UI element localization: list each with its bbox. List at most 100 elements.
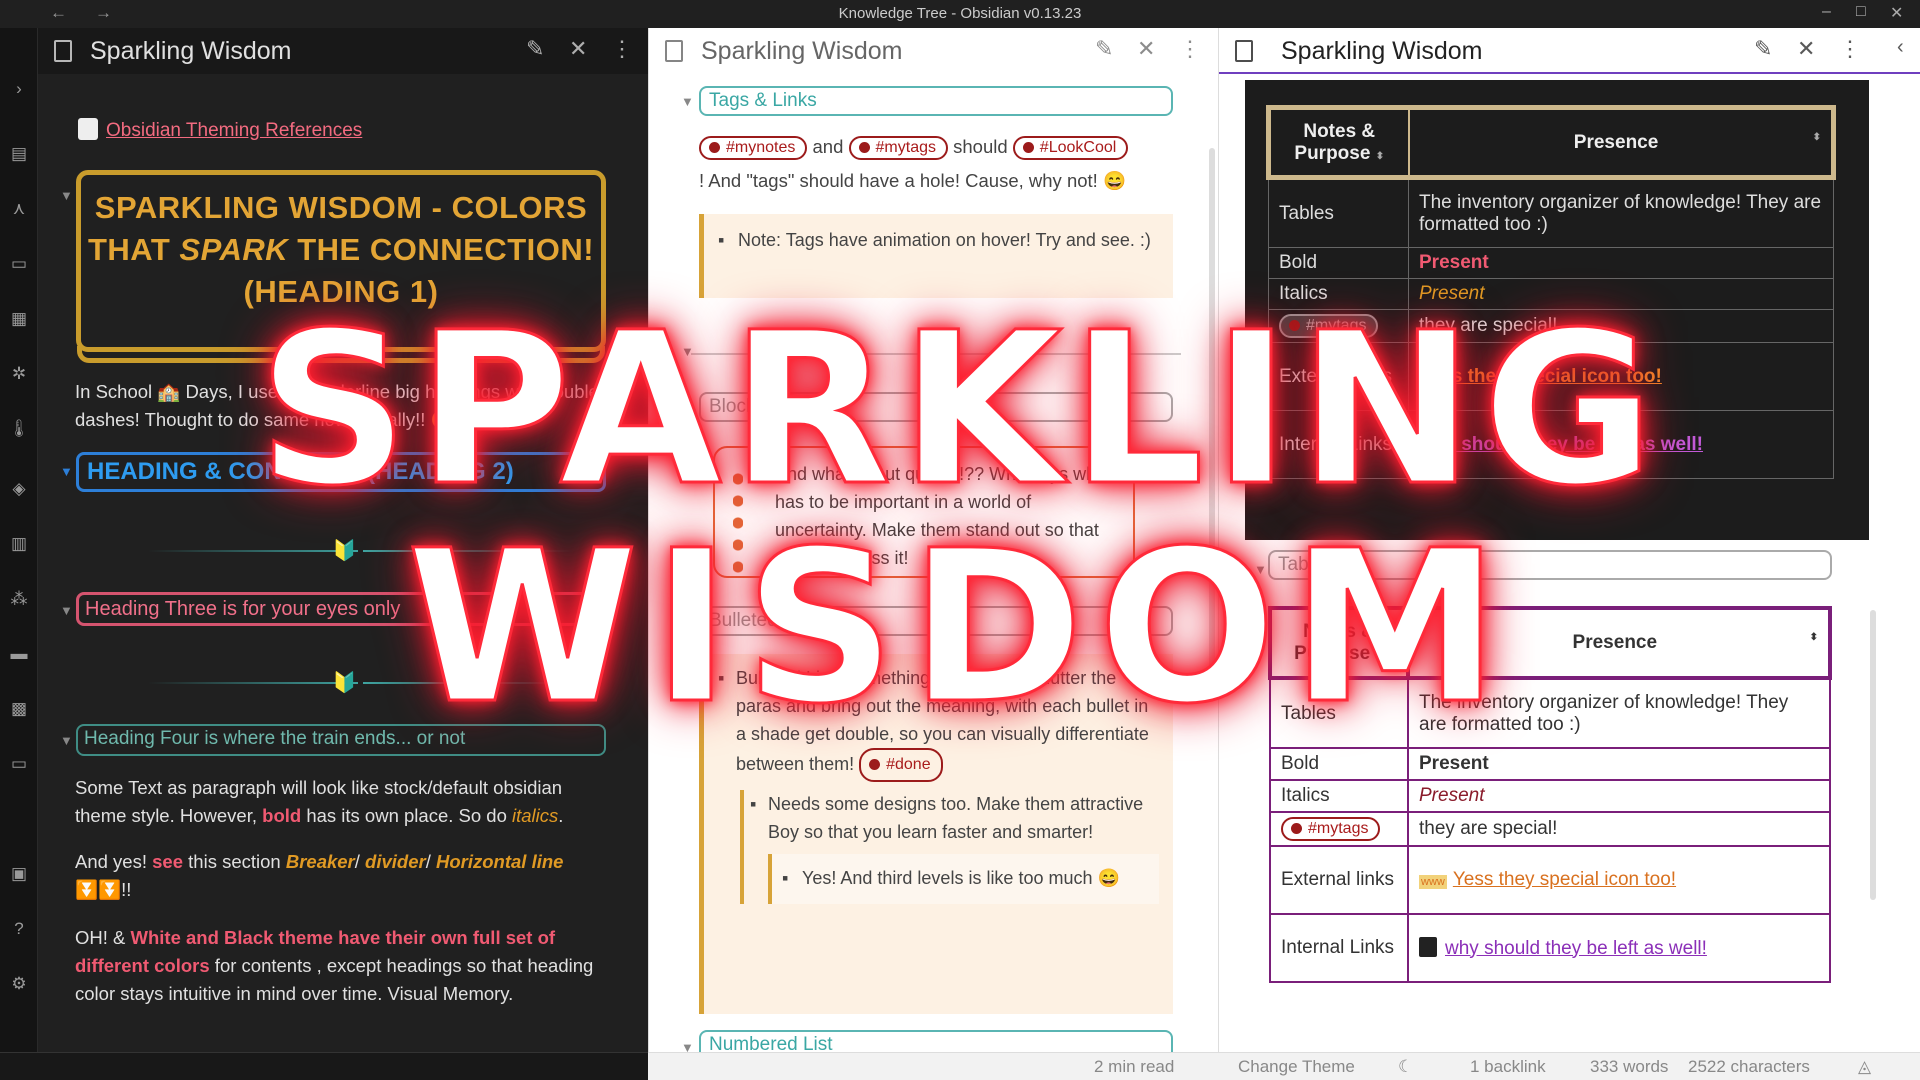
close-pane-icon[interactable]: ✕ [1797,36,1815,62]
tags-links-heading: Tags & Links [699,86,1173,116]
bullet-list-block: ▪ Bulleted List: Something we use to dec… [699,654,1173,1014]
cube-icon[interactable]: ◈ [8,478,30,500]
cards-icon[interactable]: ▬ [8,643,30,665]
theming-references-link[interactable]: Obsidian Theming References [78,118,362,142]
pane-title: Sparkling Wisdom [1281,37,1483,65]
tag-pill[interactable]: #LookCool [1012,136,1129,161]
scrollbar[interactable] [1209,148,1215,668]
tag-pill[interactable]: #mytags [1279,314,1379,338]
table-row: Tables The inventory organizer of knowled… [1268,177,1834,248]
editor-pane-dark[interactable]: Sparkling Wisdom ✎ ✕ ⋮ Obsidian Theming … [38,28,648,1052]
internal-link[interactable]: why should they be left as well! [1407,913,1831,983]
file-icon [1235,40,1253,62]
quote-dots-decoration [733,468,743,578]
close-pane-icon[interactable]: ✕ [1137,36,1155,62]
minimize-button[interactable]: – [1822,3,1831,21]
more-options-icon[interactable]: ⋮ [1839,36,1861,62]
paragraph-breaker: And yes! see this section Breaker/ divid… [75,851,564,900]
fold-arrow-icon[interactable]: ▼ [681,344,694,359]
external-link[interactable]: Yess they special icon too! [1408,342,1834,411]
plugins-icon[interactable]: ▩ [8,698,30,720]
tag-pill[interactable]: #mytags [1281,817,1381,841]
column-header[interactable]: Presence ⬍ [1407,105,1836,180]
title-bar: ← → Knowledge Tree - Obsidian v0.13.23 –… [0,0,1920,28]
backlink-count[interactable]: 1 backlink [1470,1057,1546,1077]
close-window-button[interactable]: ✕ [1890,3,1903,23]
bulleted-list-heading: Bulleted List [699,606,1173,636]
fold-arrow-icon[interactable]: ▼ [60,188,73,203]
tags-line-2: ! And "tags" should have a hole! Cause, … [699,170,1126,191]
left-ribbon: › ▤ ⋏ ▭ ▦ ✲ 🌡 ◈ ▥ ⁂ ▬ ▩ ▭ ▣ ? ⚙ [0,28,38,1080]
open-note-icon[interactable]: ▤ [8,143,30,165]
table-icon[interactable]: ▦ [8,308,30,330]
more-options-icon[interactable]: ⋮ [611,36,633,62]
edit-pencil-icon[interactable]: ✎ [1754,36,1772,62]
dark-table: Notes & Purpose ⬍ Presence ⬍ Tables The i… [1266,105,1836,479]
fold-arrow-icon[interactable]: ▼ [60,464,73,479]
pane-title: Sparkling Wisdom [90,37,292,65]
pane-title: Sparkling Wisdom [701,37,903,65]
list-item: ▪ Yes! And third levels is like too much… [768,854,1159,904]
table-row: Bold Present [1268,247,1834,279]
change-theme-button[interactable]: Change Theme [1238,1057,1355,1077]
list-item: ▪ Bulleted List: Something we use to dec… [718,664,1159,782]
column-header[interactable]: Presence ⬍ [1406,606,1832,680]
slides-icon[interactable]: ▭ [8,253,30,275]
pane-header: Sparkling Wisdom ✎ ✕ ⋮ [38,28,648,74]
table-row: Italics Present [1268,278,1834,310]
graph-pin-icon[interactable]: ⋏ [8,198,30,220]
table-row: Tables The inventory organizer of knowled… [1269,677,1831,749]
collapse-right-sidebar-icon[interactable]: ‹ [1897,36,1904,59]
internal-link[interactable]: why should they be left as well! [1408,410,1834,479]
thermometer-icon[interactable]: 🌡 [8,418,30,440]
close-pane-icon[interactable]: ✕ [569,36,587,62]
help-icon[interactable]: ? [8,918,30,940]
moon-icon[interactable]: ☾ [1398,1057,1413,1077]
column-header[interactable]: Notes & Purpose ⬍ [1266,105,1410,180]
note-icon [78,118,98,140]
table-row: #mytags they are special! [1268,309,1834,343]
h1-line-3: (HEADING 1) [243,274,439,309]
maximize-button[interactable]: □ [1856,3,1866,21]
fold-arrow-icon[interactable]: ▼ [681,614,694,629]
www-icon: www [1419,875,1447,889]
fold-arrow-icon[interactable]: ▼ [681,1040,694,1052]
tag-pill[interactable]: #done [859,748,943,782]
editor-pane-middle[interactable]: Sparkling Wisdom ✎ ✕ ⋮ ▼ Tags & Links #m… [648,28,1218,1052]
fold-arrow-icon[interactable]: ▼ [1254,562,1267,577]
pane-header: Sparkling Wisdom ✎ ✕ ⋮ [649,28,1218,74]
heading-4: Heading Four is where the train ends... … [76,724,606,756]
fold-arrow-icon[interactable]: ▼ [681,94,694,109]
sync-icon[interactable]: ◬ [1858,1057,1871,1077]
scrollbar[interactable] [1870,610,1876,900]
pane-header: Sparkling Wisdom ✎ ✕ ⋮ ‹ [1219,28,1920,74]
document-icon[interactable]: ▥ [8,533,30,555]
edit-pencil-icon[interactable]: ✎ [1095,36,1113,62]
divider-line-right [363,550,573,552]
divider-badge-icon: 🔰 [332,540,357,562]
more-options-icon[interactable]: ⋮ [1179,36,1201,62]
character-count: 2522 characters [1688,1057,1810,1076]
expand-sidebar-icon[interactable]: › [8,78,30,100]
fold-arrow-icon[interactable]: ▼ [60,603,73,618]
tag-pill[interactable]: #mynotes [699,136,808,161]
paragraph-bold-italics: Some Text as paragraph will look like st… [75,777,564,826]
tags-line: #mynotes and #mytags should #LookCool [699,136,1129,161]
edit-pencil-icon[interactable]: ✎ [526,36,544,62]
column-header[interactable]: Notes & Purpose ⬍ [1268,606,1410,680]
graph-icon[interactable]: ⁂ [8,588,30,610]
external-link[interactable]: www Yess they special icon too! [1407,845,1831,915]
settings-gear-icon[interactable]: ⚙ [8,973,30,995]
tv-icon[interactable]: ▭ [8,753,30,775]
vault-icon[interactable]: ▣ [8,863,30,885]
gear-star-icon[interactable]: ✲ [8,363,30,385]
tag-pill[interactable]: #mytags [848,136,948,161]
file-icon [665,40,683,62]
note-icon [1419,936,1437,957]
quote-text: And what about quotes!?? Who says what h… [775,464,1112,568]
ref-link-text: Obsidian Theming References [106,120,363,141]
fold-arrow-icon[interactable]: ▼ [681,400,694,415]
heading-3: Heading Three is for your eyes only [76,592,606,626]
fold-arrow-icon[interactable]: ▼ [60,733,73,748]
table-row: Bold Present [1269,747,1831,781]
